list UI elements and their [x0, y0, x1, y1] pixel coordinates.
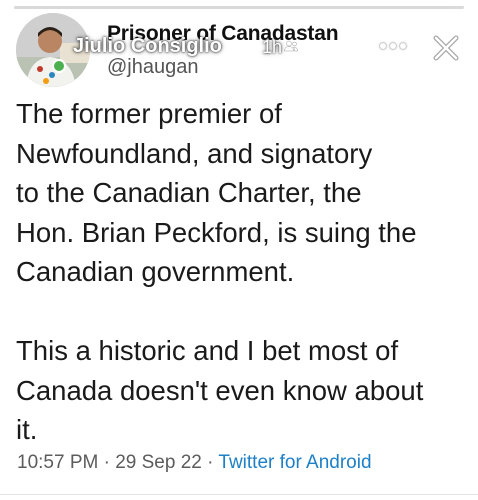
close-icon[interactable] — [431, 33, 461, 63]
story-time: 1h — [262, 37, 283, 57]
meta-separator: · — [207, 452, 214, 473]
tweet-handle: @jhaugan — [107, 56, 199, 78]
tweet-paragraph: The former premier of Newfoundland, and … — [16, 98, 417, 287]
story-owner-name[interactable]: Jiulio Consiglio — [73, 35, 222, 58]
tweet-time: 10:57 PM — [17, 452, 99, 473]
tweet-header: Prisoner of Canadastan @jhaugan Jiulio C… — [0, 0, 478, 95]
divider — [0, 494, 478, 495]
meta-separator: · — [103, 452, 110, 473]
tweet-source-link[interactable]: Twitter for Android — [218, 452, 371, 473]
online-status-dot — [52, 59, 66, 73]
tweet-meta: 10:57 PM · 29 Sep 22 · Twitter for Andro… — [17, 452, 372, 474]
tweet-body: The former premier of Newfoundland, and … — [16, 94, 472, 450]
tweet-paragraph: This a historic and I bet most of Canada… — [16, 335, 424, 445]
tweet-date: 29 Sep 22 — [115, 452, 202, 473]
more-options-icon[interactable] — [376, 34, 410, 58]
people-icon — [284, 40, 298, 52]
